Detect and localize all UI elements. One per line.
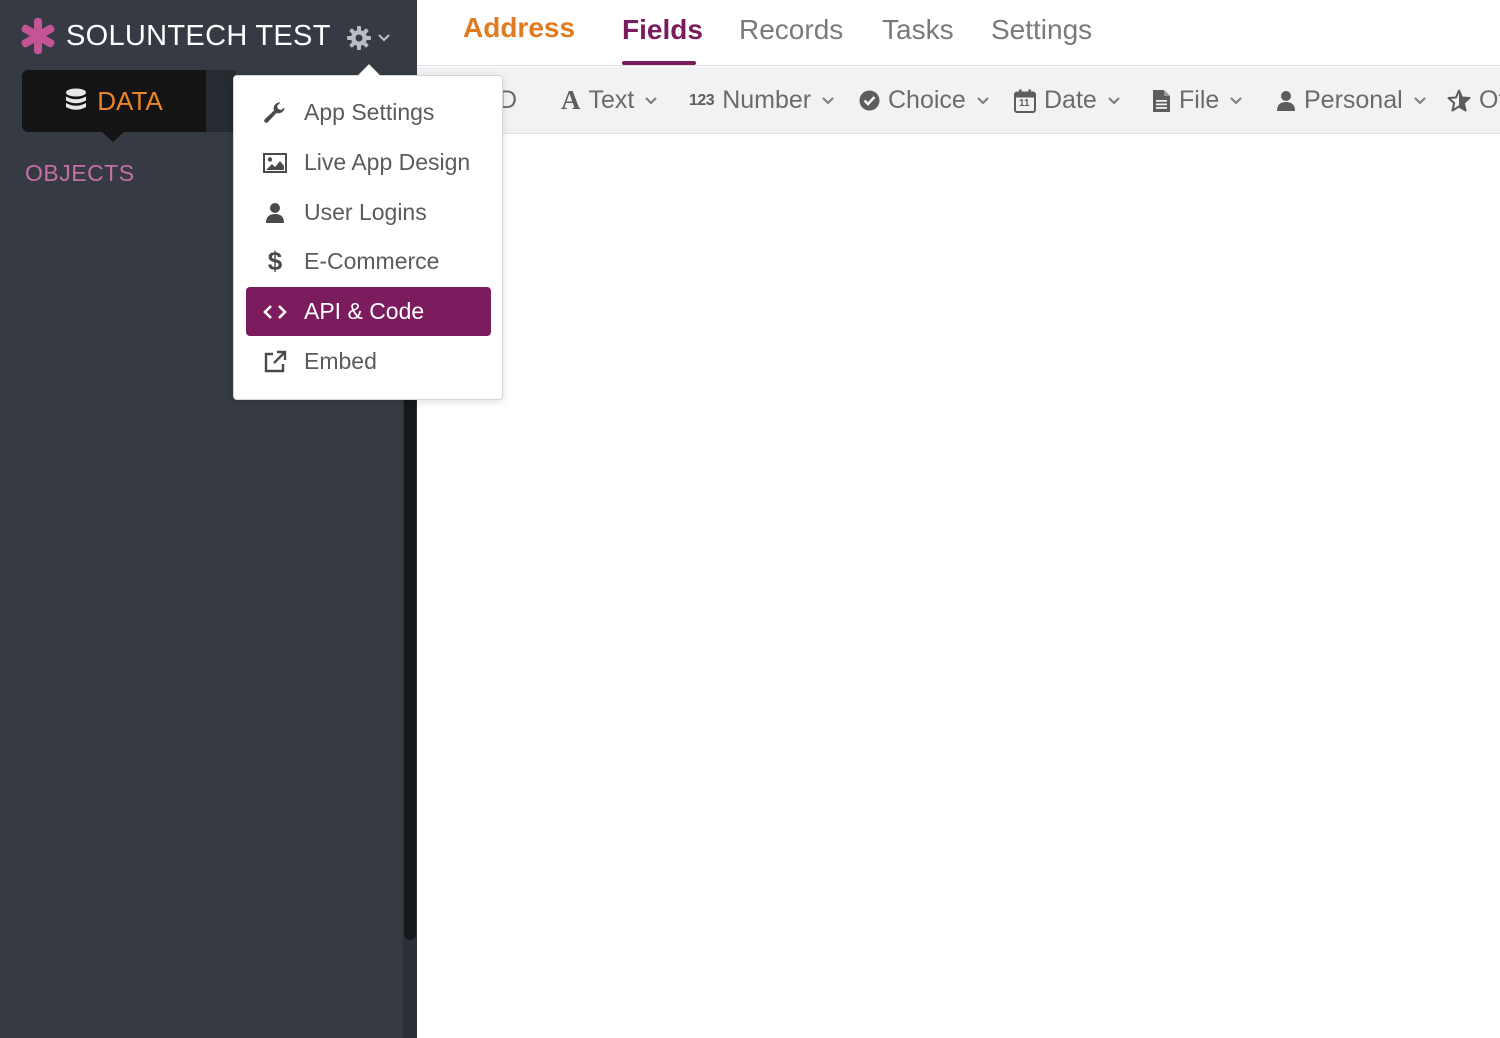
chevron-down-icon bbox=[1413, 96, 1427, 106]
field-type-toolbar: D A Text 123 Number Choice 11 Date File bbox=[417, 67, 1500, 134]
active-tab-pointer bbox=[102, 132, 124, 142]
field-type-other[interactable]: Ot bbox=[1447, 67, 1500, 133]
dropdown-caret bbox=[358, 65, 380, 76]
field-type-personal[interactable]: Personal bbox=[1276, 67, 1427, 133]
menu-item-label: App Settings bbox=[304, 99, 435, 125]
field-type-number-label: Number bbox=[722, 86, 812, 114]
external-link-icon bbox=[246, 350, 304, 374]
gear-icon bbox=[347, 26, 371, 50]
tab-settings[interactable]: Settings bbox=[991, 14, 1092, 46]
object-tabs: Address Fields Records Tasks Settings bbox=[417, 0, 1500, 66]
wrench-icon bbox=[246, 101, 304, 125]
file-icon bbox=[1152, 89, 1171, 113]
database-icon bbox=[66, 88, 87, 110]
app-title: SOLUNTECH TEST bbox=[66, 19, 331, 52]
chevron-down-icon bbox=[976, 96, 990, 106]
asterisk-logo-icon bbox=[21, 18, 55, 54]
field-type-file-label: File bbox=[1179, 86, 1220, 114]
menu-item-api-code[interactable]: API & Code bbox=[246, 287, 491, 336]
menu-item-label: Embed bbox=[304, 348, 377, 374]
active-tab-underline bbox=[622, 61, 696, 65]
image-icon bbox=[246, 152, 304, 173]
check-circle-icon bbox=[859, 90, 880, 111]
star-icon bbox=[1447, 89, 1471, 112]
number-icon: 123 bbox=[689, 91, 715, 109]
mode-tab-label: DATA bbox=[97, 85, 163, 116]
menu-item-user-logins[interactable]: User Logins bbox=[246, 188, 491, 237]
menu-item-label: Live App Design bbox=[304, 149, 471, 175]
chevron-down-icon bbox=[1229, 96, 1243, 106]
text-icon: A bbox=[561, 85, 581, 115]
calendar-icon-day: 11 bbox=[1019, 97, 1030, 109]
menu-item-e-commerce[interactable]: $ E-Commerce bbox=[246, 237, 491, 286]
tab-fields[interactable]: Fields bbox=[622, 14, 703, 46]
app-settings-menu: App Settings Live App Design User Logins… bbox=[233, 75, 503, 400]
chevron-down-icon bbox=[1107, 96, 1121, 106]
user-icon bbox=[246, 202, 304, 224]
field-type-personal-label: Personal bbox=[1304, 86, 1403, 114]
field-type-choice[interactable]: Choice bbox=[859, 67, 990, 133]
menu-item-label: User Logins bbox=[304, 199, 427, 225]
mode-tab-data[interactable]: DATA bbox=[22, 70, 206, 142]
app-settings-toggle[interactable] bbox=[346, 24, 392, 52]
chevron-down-icon bbox=[378, 34, 390, 42]
field-type-file[interactable]: File bbox=[1152, 67, 1243, 133]
app-brand[interactable]: SOLUNTECH TEST bbox=[20, 14, 331, 58]
tab-records[interactable]: Records bbox=[739, 14, 843, 46]
tab-tasks[interactable]: Tasks bbox=[882, 14, 954, 46]
field-type-choice-label: Choice bbox=[888, 86, 966, 114]
menu-item-app-settings[interactable]: App Settings bbox=[246, 88, 491, 137]
field-type-text[interactable]: A Text bbox=[561, 67, 658, 133]
menu-item-embed[interactable]: Embed bbox=[246, 337, 491, 386]
menu-item-label: API & Code bbox=[304, 298, 425, 324]
field-type-number[interactable]: 123 Number bbox=[689, 67, 835, 133]
objects-heading: OBJECTS bbox=[25, 160, 135, 186]
calendar-icon: 11 bbox=[1014, 89, 1036, 113]
chevron-down-icon bbox=[821, 96, 835, 106]
code-icon bbox=[246, 304, 304, 320]
field-type-date[interactable]: 11 Date bbox=[1014, 67, 1121, 133]
field-type-other-label: Ot bbox=[1479, 86, 1500, 114]
mode-tab-other[interactable] bbox=[206, 70, 236, 132]
field-type-date-label: Date bbox=[1044, 86, 1097, 114]
chevron-down-icon bbox=[644, 96, 658, 106]
menu-item-label: E-Commerce bbox=[304, 248, 440, 274]
object-name: Address bbox=[463, 12, 576, 43]
mode-tabs: DATA bbox=[22, 70, 236, 142]
sidebar-scrollbar-thumb[interactable] bbox=[404, 395, 416, 940]
menu-item-live-app-design[interactable]: Live App Design bbox=[246, 138, 491, 187]
user-icon bbox=[1276, 90, 1296, 112]
field-type-text-label: Text bbox=[588, 86, 635, 114]
dollar-icon: $ bbox=[267, 246, 283, 276]
